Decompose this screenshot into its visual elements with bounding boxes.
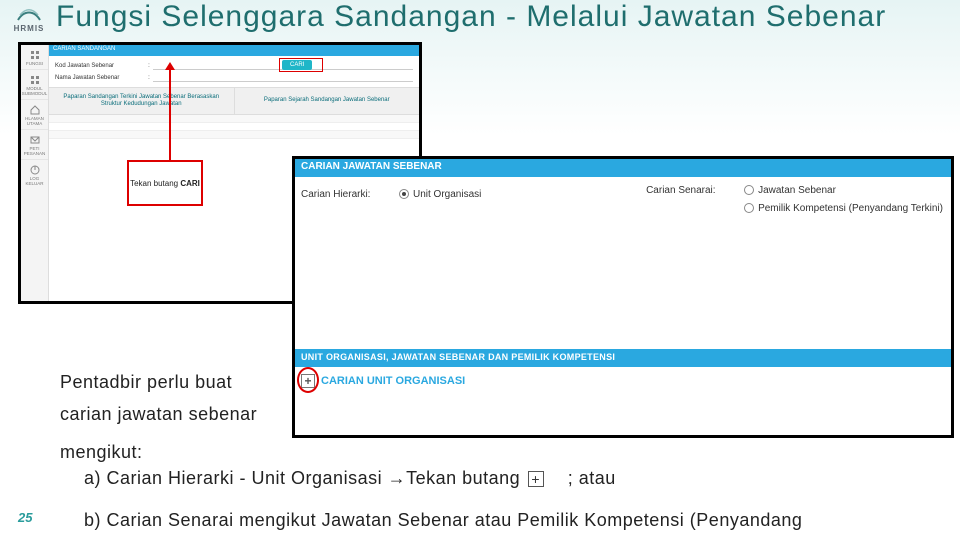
senarai-group: Carian Senarai: Jawatan Sebenar Pemilik … [646,181,943,217]
body-line-3: mengikut: [60,442,143,463]
field-label: Nama Jawatan Sebenar [55,75,145,81]
radio-label: Unit Organisasi [413,189,481,200]
body-line-1: Pentadbir perlu buat [60,372,232,393]
sidebar-item-logout[interactable]: LOGKELUAR [21,160,48,189]
arrow-annotation-icon [169,68,171,160]
grid-icon [30,75,40,85]
body-line-4: a) Carian Hierarki - Unit Organisasi →Te… [84,468,616,489]
home-icon [30,105,40,115]
field-label: Kod Jawatan Sebenar [55,63,145,69]
nama-input[interactable] [153,74,413,82]
sidebar-item-fungsi[interactable]: FUNGSI [21,45,48,70]
page-title: Fungsi Selenggara Sandangan - Melalui Ja… [56,0,886,34]
field-row-kod: Kod Jawatan Sebenar : [55,60,413,72]
radio-label: Jawatan Sebenar [758,185,836,196]
tab-paparan-sejarah[interactable]: Paparan Sejarah Sandangan Jawatan Sebena… [235,88,420,114]
cari-button-wrap: CARI [282,60,312,70]
sidebar-item-modul[interactable]: MODULSUBMODUL [21,70,48,100]
logo: HRMIS [4,6,54,36]
body-line-5: b) Carian Senarai mengikut Jawatan Seben… [84,510,802,531]
sidebar-item-peti[interactable]: PETIPESANAN [21,130,48,160]
tab-paparan-terkini[interactable]: Paparan Sandangan Terkini Jawatan Sebena… [49,88,235,114]
panel-header-1: CARIAN SANDANGAN [49,45,419,56]
body-line-4a: a) Carian Hierarki - Unit Organisasi →Te… [84,468,520,488]
field-row-nama: Nama Jawatan Sebenar : [55,72,413,84]
radio-pemilik-kompetensi[interactable] [744,203,754,213]
plus-inline-icon: + [528,471,544,487]
logo-swoosh-icon [16,6,42,24]
logo-text: HRMIS [14,24,45,33]
app-sidebar: FUNGSI MODULSUBMODUL HLAMANUTAMA PETIPES… [21,45,49,301]
sidebar-item-home[interactable]: HLAMANUTAMA [21,100,48,130]
body-line-4b: ; atau [568,468,616,488]
highlight-box-icon [279,58,323,72]
slide: HRMIS Fungsi Selenggara Sandangan - Mela… [0,0,960,540]
radio-unit-organisasi[interactable] [399,189,409,199]
tree-root-label: CARIAN UNIT ORGANISASI [321,375,465,387]
page-number: 25 [18,510,32,525]
logout-icon [30,165,40,175]
circle-annotation-icon [297,367,319,393]
empty-table [49,115,419,139]
screenshot-frame-2: CARIAN JAWATAN SEBENAR Carian Hierarki: … [292,156,954,438]
callout-text: Tekan butang CARI [130,179,200,188]
radio-jawatan-sebenar[interactable] [744,185,754,195]
tab-bar: Paparan Sandangan Terkini Jawatan Sebena… [49,87,419,115]
body-line-2: carian jawatan sebenar [60,404,257,425]
grid-icon [30,50,40,60]
mail-icon [30,135,40,145]
callout-box: Tekan butang CARI [127,160,203,206]
senarai-label: Carian Senarai: [646,185,736,196]
hierarki-label: Carian Hierarki: [301,189,391,200]
radio-label: Pemilik Kompetensi (Penyandang Terkini) [758,203,943,214]
panel-header-3: UNIT ORGANISASI, JAWATAN SEBENAR DAN PEM… [295,349,951,367]
tree-root-row[interactable]: + CARIAN UNIT ORGANISASI [301,371,945,391]
panel-header-2: CARIAN JAWATAN SEBENAR [295,159,951,177]
